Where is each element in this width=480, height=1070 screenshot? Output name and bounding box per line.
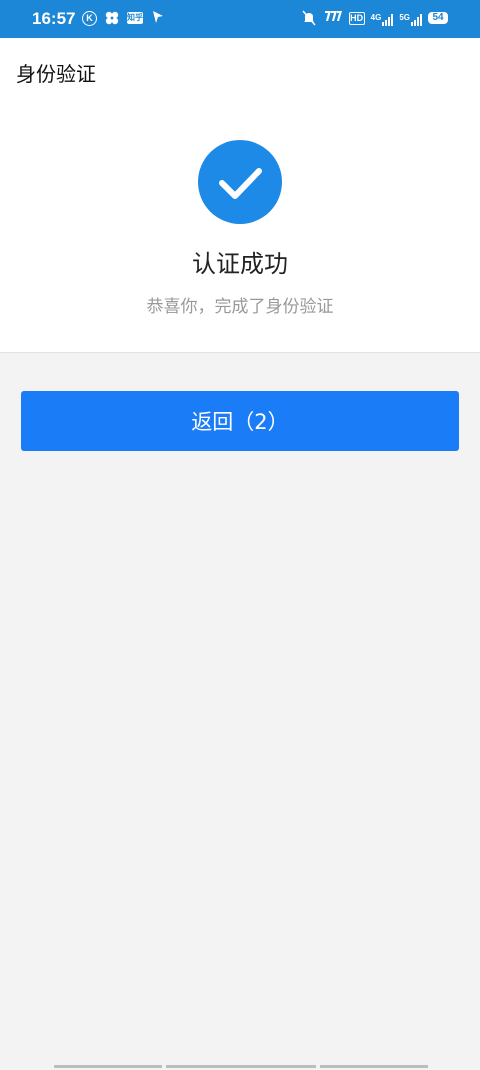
- location-arrow-icon: [150, 10, 166, 26]
- check-circle-icon: [198, 140, 282, 224]
- back-button[interactable]: 返回（2）: [21, 391, 459, 451]
- status-bar: 16:57 K 知乎 HD 4G 5G 54: [0, 0, 480, 38]
- fan-icon: [104, 10, 120, 26]
- signal-5g: 5G: [399, 10, 422, 26]
- bottom-gesture-bar: [54, 1065, 428, 1068]
- k-circle-icon: K: [82, 10, 97, 26]
- result-title: 认证成功: [192, 250, 288, 278]
- gesture-segment: [166, 1065, 316, 1068]
- gesture-segment: [320, 1065, 428, 1068]
- hd-label: HD: [348, 11, 365, 25]
- result-subtitle: 恭喜你，完成了身份验证: [146, 297, 334, 317]
- network-speed-icon: [323, 10, 343, 26]
- battery-icon: 54: [428, 12, 448, 24]
- signal-bars-icon: [382, 14, 394, 26]
- signal-4g: 4G: [371, 10, 394, 26]
- page-title: 身份验证: [16, 62, 96, 86]
- header: 身份验证: [0, 38, 480, 98]
- zhihu-icon: 知乎: [127, 12, 143, 24]
- signal-bars-icon: [411, 14, 422, 26]
- status-right-icons: HD 4G 5G 54: [301, 10, 448, 26]
- status-time: 16:57: [32, 9, 76, 28]
- status-left-icons: K 知乎: [82, 10, 166, 26]
- result-panel: 认证成功 恭喜你，完成了身份验证: [0, 98, 480, 353]
- mute-bell-icon: [301, 10, 317, 26]
- gesture-segment: [54, 1065, 162, 1068]
